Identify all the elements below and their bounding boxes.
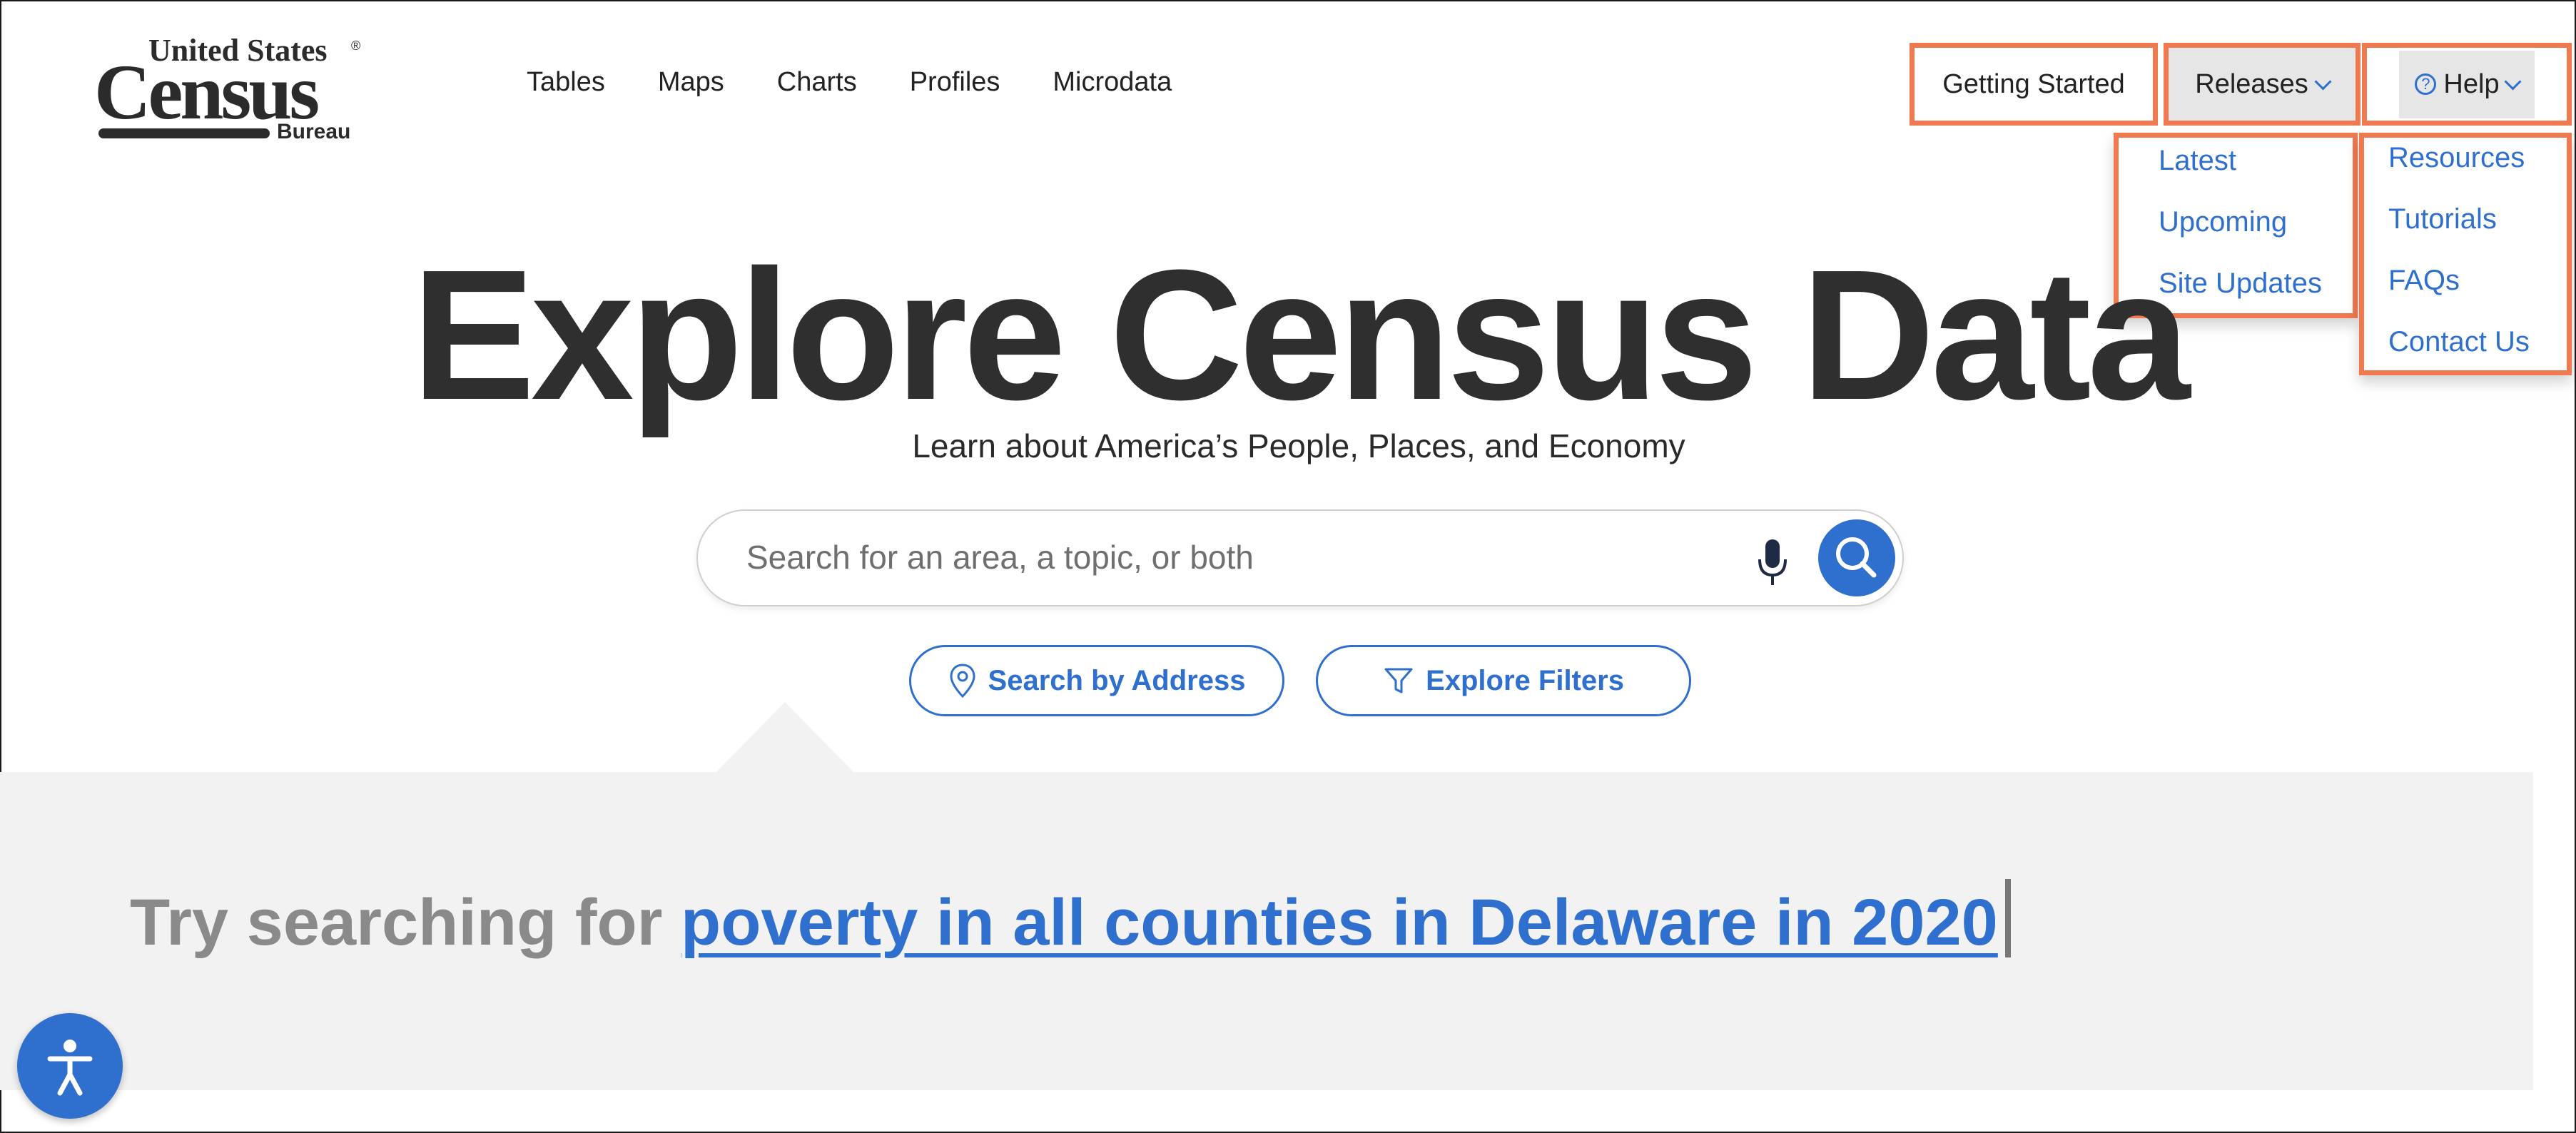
search-input[interactable]: Search for an area, a topic, or both [746,538,1254,576]
logo-underline [98,128,270,138]
nav-microdata[interactable]: Microdata [1053,67,1172,98]
help-menu-resources[interactable]: Resources [2388,142,2525,174]
help-button-wrapper: ? Help [2362,43,2572,126]
getting-started-label: Getting Started [1942,68,2125,99]
logo-registered-mark: ® [351,39,361,53]
nav-maps[interactable]: Maps [658,67,724,98]
panel-notch [715,702,855,773]
releases-menu-latest[interactable]: Latest [2159,145,2236,177]
search-by-address-button[interactable]: Search by Address [909,645,1284,716]
explore-filters-label: Explore Filters [1426,664,1624,696]
help-circle-icon: ? [2415,73,2437,95]
page-subtitle: Learn about America’s People, Places, an… [912,427,1685,464]
chevron-down-icon [2504,72,2522,91]
search-button[interactable] [1818,519,1895,596]
location-pin-icon [950,664,975,698]
accessibility-icon [47,1040,93,1096]
typing-caret [2004,879,2011,957]
nav-charts[interactable]: Charts [777,67,857,98]
main-nav: Tables Maps Charts Profiles Microdata [527,67,1172,98]
search-icon [1836,537,1877,578]
search-by-address-label: Search by Address [988,664,1246,696]
logo-sub-text: Bureau [277,120,351,143]
accessibility-button[interactable] [17,1013,123,1119]
nav-tables[interactable]: Tables [527,67,605,98]
help-button[interactable]: ? Help [2399,50,2535,118]
explore-filters-button[interactable]: Explore Filters [1316,645,1691,716]
getting-started-link[interactable]: Getting Started [1910,43,2158,126]
census-logo[interactable]: United States ® Census Bureau [94,34,372,148]
releases-label: Releases [2195,68,2308,99]
suggestion-link[interactable]: poverty in all counties in Delaware in 2… [681,886,1998,959]
filter-icon [1384,668,1413,693]
releases-button[interactable]: Releases [2164,43,2361,126]
help-label: Help [2443,68,2500,99]
chevron-down-icon [2314,72,2332,91]
nav-profiles[interactable]: Profiles [910,67,1000,98]
microphone-icon[interactable] [1754,538,1791,586]
help-menu-tutorials[interactable]: Tutorials [2388,203,2497,235]
search-bar[interactable]: Search for an area, a topic, or both [696,509,1904,606]
suggestion-prefix: Try searching for [130,886,681,959]
search-suggestion: Try searching for poverty in all countie… [130,879,2011,962]
page-title: Explore Census Data [411,232,2191,439]
